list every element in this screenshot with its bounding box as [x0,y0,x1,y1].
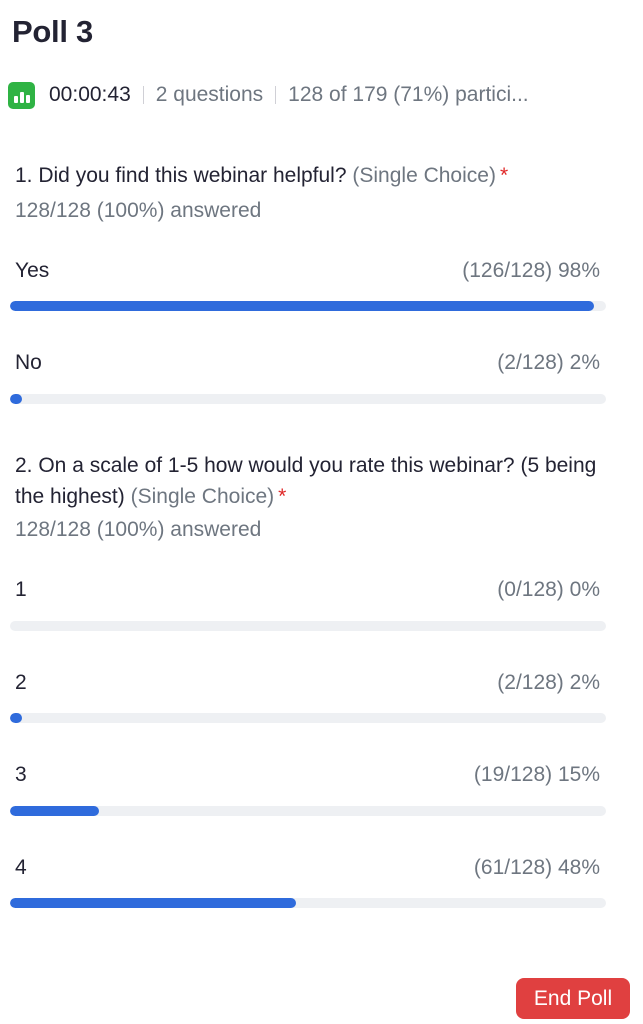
result-bar [10,301,606,311]
poll-meta: 00:00:43 2 questions 128 of 179 (71%) pa… [8,80,529,110]
result-bar [10,806,606,816]
bar-chart-icon [8,81,35,109]
end-poll-button[interactable]: End Poll [516,978,630,1019]
option-stat: (0/128) 0% [497,578,600,601]
answered-count: 128/128 (100%) answered [15,518,262,541]
result-bar-fill [10,806,100,816]
required-marker: * [499,164,509,187]
participants-count: 128 of 179 (71%) partici... [288,83,529,106]
option-stat: (2/128) 2% [497,351,600,374]
option-stat: (2/128) 2% [497,671,600,694]
poll-timer: 00:00:43 [49,83,131,106]
question-text: 2. On a scale of 1-5 how would you rate … [15,454,597,508]
question-type: (Single Choice) [352,164,496,187]
option-label: 2 [15,671,27,694]
result-bar-fill [10,713,22,723]
question-1: 1. Did you find this webinar helpful? (S… [15,160,603,191]
option-label: 4 [15,856,27,879]
result-bar [10,621,606,631]
option-q1-no: No (2/128) 2% [10,348,606,404]
question-type: (Single Choice) [130,485,275,508]
question-count: 2 questions [155,83,264,106]
option-q1-yes: Yes (126/128) 98% [10,256,606,311]
question-2: 2. On a scale of 1-5 how would you rate … [15,450,603,512]
result-bar [10,394,606,404]
option-q2-1: 1 (0/128) 0% [10,575,606,631]
poll-title: Poll 3 [12,14,93,49]
option-label: No [15,351,42,374]
result-bar-fill [10,394,22,404]
option-stat: (61/128) 48% [473,856,600,879]
option-stat: (19/128) 15% [473,763,600,786]
answered-count: 128/128 (100%) answered [15,199,262,222]
required-marker: * [278,485,287,508]
option-q2-3: 3 (19/128) 15% [10,760,606,816]
divider [275,86,277,104]
result-bar-fill [10,898,297,908]
result-bar [10,713,606,723]
result-bar [10,898,606,908]
option-q2-2: 2 (2/128) 2% [10,668,606,723]
result-bar-fill [10,301,595,311]
option-stat: (126/128) 98% [462,259,600,282]
divider [142,86,144,104]
option-label: 1 [15,578,27,601]
option-label: Yes [15,259,50,282]
option-label: 3 [15,763,27,786]
option-q2-4: 4 (61/128) 48% [10,853,606,908]
question-text: 1. Did you find this webinar helpful? [15,164,347,187]
